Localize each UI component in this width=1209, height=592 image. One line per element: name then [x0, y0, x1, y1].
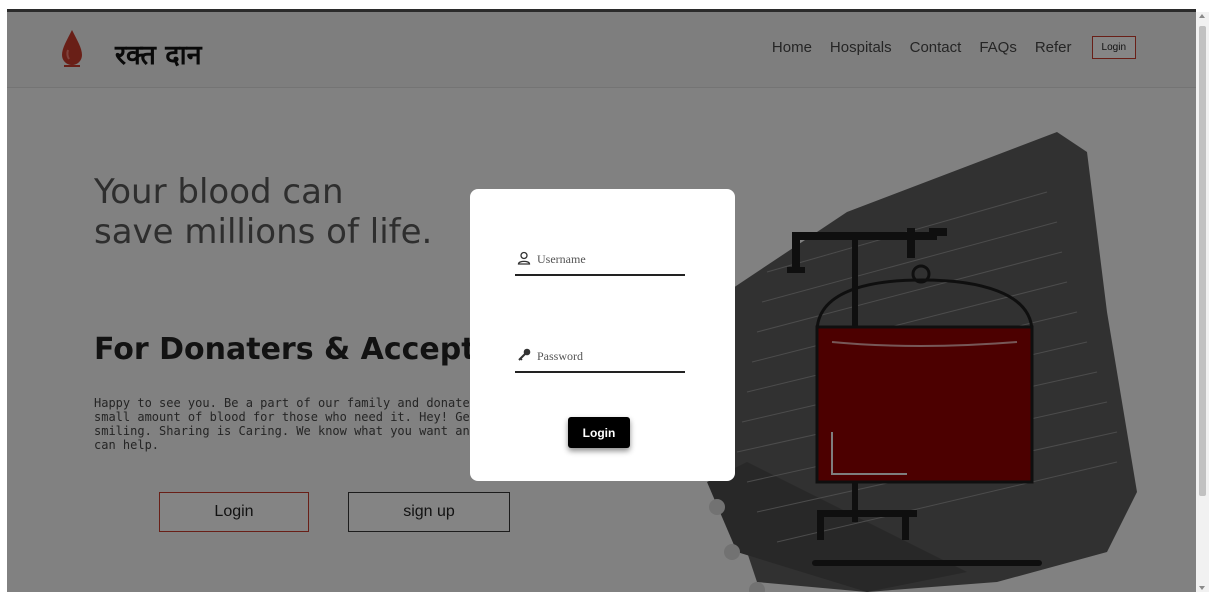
- login-modal: Login: [470, 189, 735, 481]
- scroll-up-arrow-icon[interactable]: [1199, 14, 1205, 18]
- password-field: [515, 343, 685, 373]
- scrollbar[interactable]: [1196, 12, 1209, 592]
- key-icon: [518, 348, 531, 361]
- page: रक्त दान Home Hospitals Contact FAQs Ref…: [7, 12, 1196, 592]
- user-icon: [517, 251, 531, 265]
- password-input[interactable]: [537, 346, 682, 366]
- modal-login-button[interactable]: Login: [568, 417, 630, 448]
- username-input[interactable]: [537, 249, 682, 269]
- scroll-down-arrow-icon[interactable]: [1199, 586, 1205, 590]
- username-field: [515, 246, 685, 276]
- scroll-thumb[interactable]: [1199, 26, 1206, 496]
